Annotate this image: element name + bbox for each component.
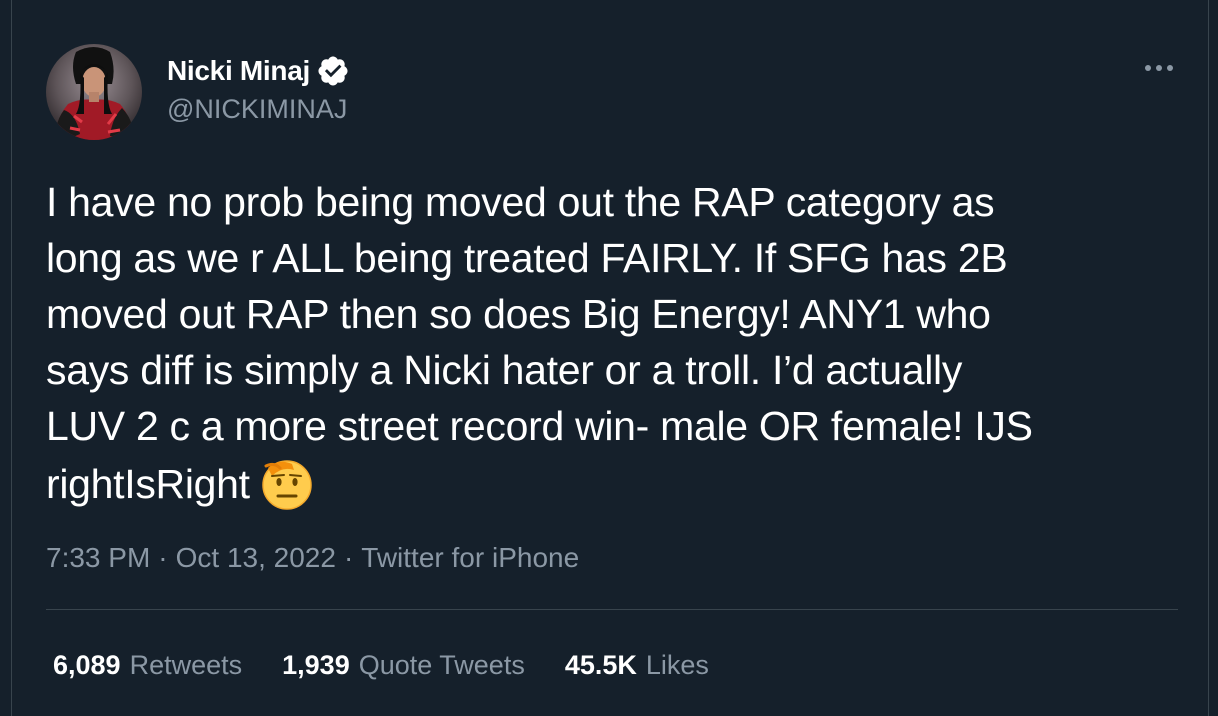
tweet-meta: 7:33 PM · Oct 13, 2022 · Twitter for iPh… bbox=[46, 540, 579, 576]
retweets-count: 6,089 bbox=[53, 650, 121, 680]
tweet-date[interactable]: Oct 13, 2022 bbox=[176, 540, 336, 576]
avatar-image bbox=[46, 44, 142, 140]
more-options-icon[interactable] bbox=[1142, 56, 1178, 80]
tweet-text: I have no prob being moved out the RAP c… bbox=[46, 174, 1186, 512]
left-border bbox=[0, 0, 12, 716]
verified-badge-icon bbox=[316, 54, 350, 88]
quote-tweets-stat[interactable]: 1,939 Quote Tweets bbox=[282, 647, 525, 683]
meta-separator: · bbox=[158, 542, 168, 573]
retweets-stat[interactable]: 6,089 Retweets bbox=[53, 647, 242, 683]
author-display-name[interactable]: Nicki Minaj bbox=[167, 54, 310, 88]
tweet-body: I have no prob being moved out the RAP c… bbox=[46, 179, 1033, 507]
likes-label: Likes bbox=[645, 650, 709, 680]
right-border bbox=[1208, 0, 1218, 716]
saluting-face-icon bbox=[258, 454, 316, 512]
tweet-stats: 6,089 Retweets 1,939 Quote Tweets 45.5K … bbox=[53, 647, 749, 683]
likes-stat[interactable]: 45.5K Likes bbox=[565, 647, 709, 683]
meta-separator: · bbox=[343, 542, 354, 573]
author-handle[interactable]: @NICKIMINAJ bbox=[167, 93, 347, 125]
divider bbox=[46, 609, 1178, 610]
likes-count: 45.5K bbox=[564, 650, 637, 680]
tweet-time[interactable]: 7:33 PM bbox=[46, 540, 150, 576]
quote-tweets-count: 1,939 bbox=[282, 650, 350, 680]
avatar[interactable] bbox=[46, 44, 142, 140]
quote-tweets-label: Quote Tweets bbox=[358, 650, 525, 680]
retweets-label: Retweets bbox=[129, 650, 243, 680]
author-name-row[interactable]: Nicki Minaj bbox=[167, 54, 350, 88]
tweet-source-link[interactable]: Twitter for iPhone bbox=[361, 540, 579, 576]
